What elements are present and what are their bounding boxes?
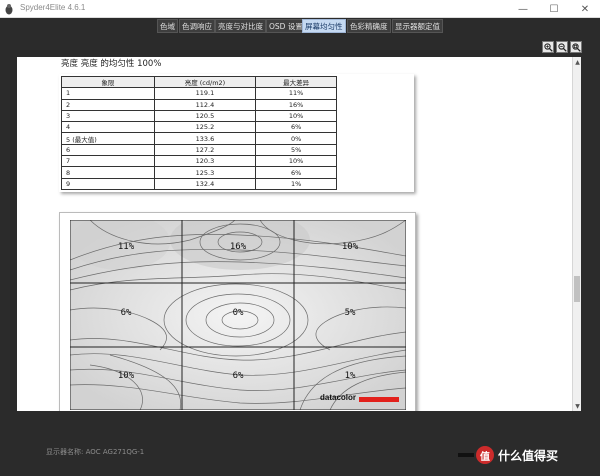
quadrant-6-label: 5%: [345, 308, 356, 318]
watermark-dash: [458, 453, 474, 457]
cell-difference: 0%: [255, 132, 337, 145]
tab-brightness-contrast[interactable]: 亮度与对比度: [215, 19, 266, 33]
minimize-button[interactable]: —: [510, 0, 536, 18]
scrollbar-thumb[interactable]: [574, 276, 580, 302]
cell-difference: 10%: [255, 109, 337, 123]
cell-difference: 16%: [255, 98, 337, 111]
title-bar: Spyder4Elite 4.6.1 — ☐ ✕: [0, 0, 600, 18]
cell-luminance: 112.4: [153, 98, 257, 111]
report-page: 亮度 亮度 的均匀性 100% 象限 亮度 (cd/m2) 最大差异 1 119.…: [17, 57, 572, 411]
cell-difference: 6%: [255, 166, 337, 179]
scroll-down-arrow-icon[interactable]: ▼: [573, 401, 582, 411]
cell-quadrant: 8: [61, 166, 155, 179]
table-row: 9 132.4 1%: [61, 177, 337, 190]
zoom-in-icon: [543, 42, 553, 52]
uniformity-contour-map: 11% 16% 10% 6% 0% 5% 10% 6% 1%: [70, 220, 406, 410]
luminance-table: 象限 亮度 (cd/m2) 最大差异 1 119.1 11% 2 112.4 16% 3…: [61, 75, 337, 190]
cell-luminance: 120.3: [153, 155, 257, 168]
quadrant-9-label: 1%: [345, 371, 356, 381]
spyder-app-icon: [5, 4, 13, 15]
cell-luminance: 120.5: [153, 109, 257, 123]
tab-monitor-rating[interactable]: 显示器额定值: [392, 19, 443, 33]
cell-difference: 11%: [255, 87, 337, 100]
zoom-fit-icon: [571, 42, 581, 52]
report-viewer: 亮度 亮度 的均匀性 100% 象限 亮度 (cd/m2) 最大差异 1 119.…: [0, 35, 600, 424]
quadrant-2-label: 16%: [230, 242, 247, 252]
report-tab-bar: 色域 色调响应 亮度与对比度 OSD 设置 屏幕均匀性 色彩精确度 显示器额定值: [0, 18, 600, 35]
cell-difference: 6%: [255, 121, 337, 134]
table-row: 1 119.1 11%: [61, 87, 337, 100]
watermark: 值 什么值得买: [458, 444, 598, 466]
uniformity-map-card: 11% 16% 10% 6% 0% 5% 10% 6% 1% datacolor: [59, 212, 416, 411]
tab-tone-response[interactable]: 色调响应: [179, 19, 215, 33]
tab-color-gamut[interactable]: 色域: [157, 19, 178, 33]
table-row: 2 112.4 16%: [61, 98, 337, 111]
maximize-button[interactable]: ☐: [541, 0, 567, 18]
cell-difference: 1%: [255, 177, 337, 190]
table-row: 8 125.3 6%: [61, 166, 337, 179]
datacolor-logo-bar: [359, 397, 399, 402]
tab-osd-settings[interactable]: OSD 设置: [266, 19, 306, 33]
cell-quadrant: 2: [61, 98, 155, 111]
quadrant-8-label: 6%: [233, 371, 244, 381]
zoom-fit-button[interactable]: [570, 41, 582, 53]
cell-quadrant: 6: [61, 143, 155, 157]
quadrant-1-label: 11%: [118, 242, 135, 252]
vertical-scrollbar[interactable]: ▲ ▼: [572, 57, 581, 411]
monitor-name-label: 显示器名称: AOC AG271QG-1: [46, 448, 145, 456]
cell-luminance: 132.4: [153, 177, 257, 190]
cell-quadrant: 1: [61, 87, 155, 100]
close-button[interactable]: ✕: [572, 0, 598, 18]
cell-luminance: 127.2: [153, 143, 257, 157]
cell-difference: 10%: [255, 155, 337, 168]
cell-quadrant: 3: [61, 109, 155, 123]
window-title: Spyder4Elite 4.6.1: [20, 3, 86, 12]
cell-luminance: 119.1: [153, 87, 257, 100]
datacolor-logo: datacolor: [320, 393, 357, 402]
watermark-badge-icon: 值: [476, 446, 494, 464]
cell-difference: 5%: [255, 143, 337, 157]
table-row: 4 125.2 6%: [61, 121, 337, 134]
cell-luminance: 125.2: [153, 121, 257, 134]
quadrant-3-label: 10%: [342, 242, 359, 252]
table-header-row: 象限 亮度 (cd/m2) 最大差异: [61, 75, 337, 89]
tab-color-accuracy[interactable]: 色彩精确度: [347, 19, 391, 33]
scroll-up-arrow-icon[interactable]: ▲: [573, 57, 582, 67]
table-row: 3 120.5 10%: [61, 109, 337, 123]
cell-luminance: 133.6: [153, 132, 257, 145]
cell-quadrant: 7: [61, 155, 155, 168]
table-row: 5 (最大值) 133.6 0%: [61, 132, 337, 145]
cell-quadrant: 5 (最大值): [61, 132, 155, 145]
cell-quadrant: 4: [61, 121, 155, 134]
header-quadrant: 象限: [61, 75, 155, 89]
uniformity-heading: 亮度 亮度 的均匀性 100%: [61, 59, 162, 69]
zoom-in-button[interactable]: [542, 41, 554, 53]
table-row: 6 127.2 5%: [61, 143, 337, 157]
quadrant-5-label: 0%: [233, 308, 244, 318]
zoom-out-button[interactable]: [556, 41, 568, 53]
cell-luminance: 125.3: [153, 166, 257, 179]
quadrant-4-label: 6%: [121, 308, 132, 318]
tab-screen-uniformity[interactable]: 屏幕均匀性: [302, 19, 346, 33]
header-luminance: 亮度 (cd/m2): [153, 75, 257, 89]
cell-quadrant: 9: [61, 177, 155, 190]
watermark-text: 什么值得买: [498, 448, 559, 463]
zoom-out-icon: [557, 42, 567, 52]
status-bar: 显示器名称: AOC AG271QG-1 值 什么值得买: [0, 424, 600, 476]
quadrant-7-label: 10%: [118, 371, 135, 381]
luminance-table-card: 象限 亮度 (cd/m2) 最大差异 1 119.1 11% 2 112.4 16% 3…: [59, 74, 414, 192]
header-max-difference: 最大差异: [255, 75, 337, 89]
table-row: 7 120.3 10%: [61, 155, 337, 168]
